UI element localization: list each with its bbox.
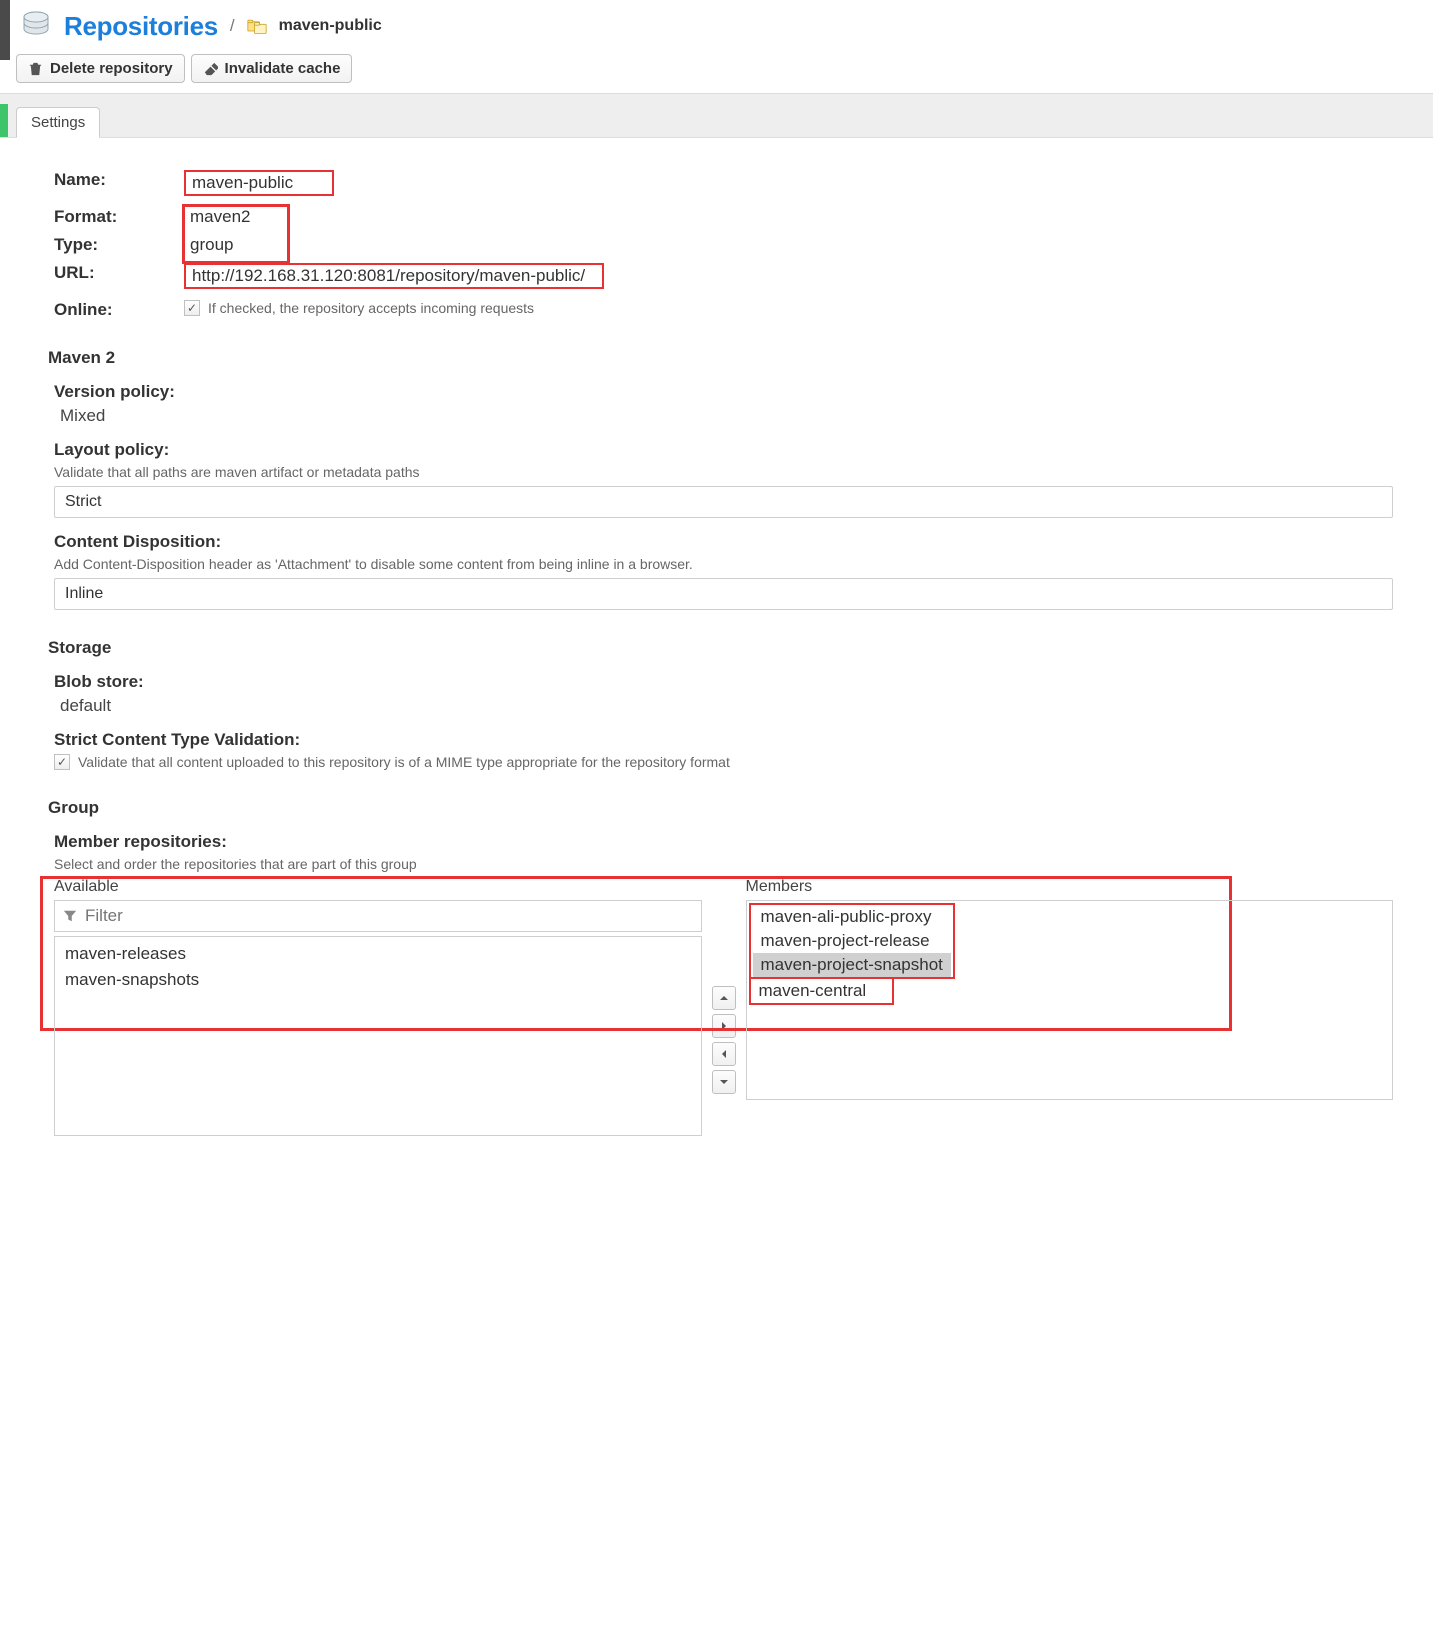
list-item[interactable]: maven-project-snapshot bbox=[753, 953, 951, 977]
list-item[interactable]: maven-releases bbox=[55, 941, 701, 967]
layout-policy-label: Layout policy: bbox=[54, 440, 1393, 460]
group-heading: Group bbox=[48, 798, 1393, 818]
prop-type-value: group bbox=[184, 235, 239, 255]
filter-input[interactable] bbox=[85, 906, 693, 926]
section-group: Group Member repositories: Select and or… bbox=[54, 798, 1393, 1136]
prop-format-label: Format: bbox=[54, 207, 184, 227]
blob-store-label: Blob store: bbox=[54, 672, 1393, 692]
list-item[interactable]: maven-central bbox=[751, 979, 892, 1003]
breadcrumb: Repositories / maven-public bbox=[0, 0, 1433, 52]
storage-heading: Storage bbox=[48, 638, 1393, 658]
list-item[interactable]: maven-project-release bbox=[753, 929, 951, 953]
invalidate-label: Invalidate cache bbox=[225, 60, 341, 77]
content-disposition-select[interactable]: Inline bbox=[54, 578, 1393, 610]
member-repos-help: Select and order the repositories that a… bbox=[54, 856, 1393, 872]
member-repos-label: Member repositories: bbox=[54, 832, 1393, 852]
content-disposition-label: Content Disposition: bbox=[54, 532, 1393, 552]
available-column: Available maven-releases maven-snapshots bbox=[54, 878, 702, 1136]
blob-store-value: default bbox=[60, 696, 1393, 716]
prop-online-label: Online: bbox=[54, 300, 184, 320]
chevron-left-icon bbox=[719, 1049, 729, 1059]
repositories-title-link[interactable]: Repositories bbox=[64, 11, 218, 42]
filter-box[interactable] bbox=[54, 900, 702, 932]
online-checkbox[interactable]: ✓ bbox=[184, 300, 200, 316]
online-help: If checked, the repository accepts incom… bbox=[208, 300, 534, 316]
members-list[interactable]: maven-ali-public-proxy maven-project-rel… bbox=[746, 900, 1394, 1100]
trash-icon bbox=[28, 61, 43, 76]
delete-label: Delete repository bbox=[50, 60, 173, 77]
group-dual-list: Available maven-releases maven-snapshots bbox=[54, 878, 1393, 1136]
tab-settings[interactable]: Settings bbox=[16, 107, 100, 138]
add-member-button[interactable] bbox=[712, 1014, 736, 1038]
chevron-down-icon bbox=[719, 1077, 729, 1087]
layout-policy-help: Validate that all paths are maven artifa… bbox=[54, 464, 1393, 480]
dark-left-strip bbox=[0, 0, 10, 60]
settings-panel: Name: maven-public Format: maven2 Type: … bbox=[0, 138, 1433, 1190]
prop-url-label: URL: bbox=[54, 263, 184, 283]
remove-member-button[interactable] bbox=[712, 1042, 736, 1066]
chevron-right-icon bbox=[719, 1021, 729, 1031]
available-heading: Available bbox=[54, 878, 702, 896]
section-maven2: Maven 2 Version policy: Mixed Layout pol… bbox=[54, 348, 1393, 610]
version-policy-value: Mixed bbox=[60, 406, 1393, 426]
list-item[interactable]: maven-snapshots bbox=[55, 967, 701, 993]
delete-repository-button[interactable]: Delete repository bbox=[16, 54, 185, 83]
prop-type-label: Type: bbox=[54, 235, 184, 255]
chevron-up-icon bbox=[719, 993, 729, 1003]
section-storage: Storage Blob store: default Strict Conte… bbox=[54, 638, 1393, 770]
version-policy-label: Version policy: bbox=[54, 382, 1393, 402]
move-down-button[interactable] bbox=[712, 1070, 736, 1094]
move-up-button[interactable] bbox=[712, 986, 736, 1010]
toolbar: Delete repository Invalidate cache bbox=[0, 52, 1433, 93]
invalidate-cache-button[interactable]: Invalidate cache bbox=[191, 54, 353, 83]
strict-validation-label: Strict Content Type Validation: bbox=[54, 730, 1393, 750]
members-heading: Members bbox=[746, 878, 1394, 896]
breadcrumb-repo-name: maven-public bbox=[279, 17, 382, 35]
transfer-buttons bbox=[706, 986, 742, 1136]
prop-format-value: maven2 bbox=[184, 207, 256, 227]
repositories-icon bbox=[20, 10, 52, 42]
filter-icon bbox=[63, 909, 77, 923]
strict-validation-checkbox[interactable]: ✓ bbox=[54, 754, 70, 770]
group-repo-icon bbox=[247, 18, 267, 34]
breadcrumb-separator: / bbox=[230, 16, 235, 36]
active-strip bbox=[0, 104, 8, 137]
layout-policy-select[interactable]: Strict bbox=[54, 486, 1393, 518]
prop-name-value: maven-public bbox=[184, 170, 334, 196]
content-disposition-help: Add Content-Disposition header as 'Attac… bbox=[54, 556, 1393, 572]
prop-url-value[interactable]: http://192.168.31.120:8081/repository/ma… bbox=[184, 263, 604, 289]
members-column: Members maven-ali-public-proxy maven-pro… bbox=[746, 878, 1394, 1136]
list-item[interactable]: maven-ali-public-proxy bbox=[753, 905, 951, 929]
eraser-icon bbox=[203, 61, 218, 76]
strict-validation-help: Validate that all content uploaded to th… bbox=[78, 754, 730, 770]
tab-bar: Settings bbox=[0, 93, 1433, 138]
maven2-heading: Maven 2 bbox=[48, 348, 1393, 368]
prop-name-label: Name: bbox=[54, 170, 184, 190]
available-list[interactable]: maven-releases maven-snapshots bbox=[54, 936, 702, 1136]
